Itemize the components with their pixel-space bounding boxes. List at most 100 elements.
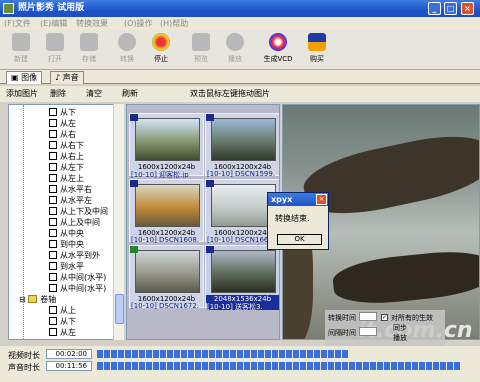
thumbnail-image <box>211 250 276 293</box>
tree-item[interactable]: 从上下及中间 <box>49 206 108 217</box>
refresh-button[interactable]: 刷新 <box>122 86 138 102</box>
add-image-button[interactable]: 添加图片 <box>6 86 38 102</box>
tree-item[interactable]: 从中间(水平) <box>49 283 106 294</box>
app-icon <box>3 3 14 14</box>
image-marker-icon <box>206 180 214 187</box>
effect-icon <box>49 284 57 292</box>
tree-item[interactable]: 到水平 <box>49 261 84 272</box>
tree-item[interactable]: 从左 <box>49 327 76 338</box>
tree-item[interactable]: 从左 <box>49 118 76 129</box>
tree-item[interactable]: 从左下 <box>49 162 84 173</box>
effect-tree[interactable]: 从下 从左 从右 从右下 从右上 从左下 从左上 从水平右 从水平左 从上下及中… <box>8 104 124 340</box>
thumbnail-selected[interactable]: 2048x1536x24b [10-10] 送客松3. <box>205 245 279 310</box>
interval-time-label: 间隔时间 <box>328 329 356 337</box>
stop-button[interactable]: 停止 <box>146 33 176 69</box>
image-marker-icon <box>130 246 138 253</box>
scroll-thumb[interactable] <box>115 294 124 324</box>
tree-item[interactable]: 从上及中间 <box>49 217 100 228</box>
preview-button[interactable]: 预览 <box>186 33 216 69</box>
audio-timeline[interactable] <box>97 362 461 370</box>
clear-button[interactable]: 清空 <box>86 86 102 102</box>
video-duration-label: 视频时长 <box>8 351 40 360</box>
delete-button[interactable]: 删除 <box>50 86 66 102</box>
vcd-icon <box>269 33 287 51</box>
music-tab-icon: ♪ <box>55 73 63 82</box>
new-button[interactable]: 新建 <box>6 33 36 69</box>
ok-button[interactable]: OK <box>277 234 322 245</box>
window-title: 照片影秀 试用版 <box>18 3 85 13</box>
action-bar: 添加图片 删除 清空 刷新 双击鼠标左键拖动图片 <box>0 86 480 102</box>
buy-icon <box>308 33 326 51</box>
interval-time-input[interactable] <box>359 327 377 336</box>
save-button[interactable]: 存储 <box>74 33 104 69</box>
convert-button[interactable]: 转换 <box>112 33 142 69</box>
effect-icon <box>49 240 57 248</box>
apply-all-checkbox[interactable]: ✓ <box>381 314 388 321</box>
switch-time-label: 转换时间 <box>328 314 356 322</box>
thumbnail[interactable]: 1600x1200x24b [10-10] DSCN1672. <box>129 245 204 310</box>
effect-icon <box>49 328 57 336</box>
tree-item[interactable]: 从水平到外 <box>49 250 100 261</box>
convert-icon <box>118 33 136 51</box>
tab-image[interactable]: ▣ 图像 <box>6 71 43 84</box>
menu-edit[interactable]: (E)编辑 <box>40 17 67 30</box>
make-vcd-button[interactable]: 生成VCD <box>260 33 296 69</box>
toolbar: 新建 打开 存储 转换 停止 预览 播放 生成VCD 购买 <box>0 30 480 70</box>
tree-item[interactable]: 从下 <box>49 316 76 327</box>
tree-item[interactable]: 从中间(水平) <box>49 272 106 283</box>
maximize-button[interactable]: □ <box>444 2 457 15</box>
thumbnail-image <box>135 118 200 161</box>
tree-scrollbar[interactable] <box>113 104 124 340</box>
stop-icon <box>152 33 170 51</box>
effect-icon <box>49 141 57 149</box>
buy-button[interactable]: 购买 <box>302 33 332 69</box>
play-button[interactable]: 播放 <box>220 33 250 69</box>
effect-icon <box>49 185 57 193</box>
effect-icon <box>49 163 57 171</box>
audio-duration-label: 声音时长 <box>8 363 40 372</box>
menu-help[interactable]: (H)帮助 <box>160 17 188 30</box>
effect-icon <box>49 174 57 182</box>
open-icon <box>46 33 64 51</box>
thumbnail[interactable]: 1600x1200x24b [10-10] 迎客松.jp <box>129 113 204 178</box>
effect-icon <box>49 207 57 215</box>
video-timeline[interactable] <box>97 350 349 358</box>
effect-icon <box>49 251 57 259</box>
play-label[interactable]: 播放 <box>393 333 407 343</box>
sync-label[interactable]: 同步 <box>393 323 407 333</box>
video-duration-value: 00:02:00 <box>46 349 92 359</box>
effect-icon <box>49 119 57 127</box>
tab-sound[interactable]: ♪ 声音 <box>50 71 84 84</box>
minimize-button[interactable]: _ <box>428 2 441 15</box>
tree-item[interactable]: 从水平右 <box>49 184 92 195</box>
open-button[interactable]: 打开 <box>40 33 70 69</box>
message-dialog: xpyx × 转换结束. OK <box>267 192 329 250</box>
image-marker-icon <box>130 180 138 187</box>
dialog-close-button[interactable]: × <box>316 194 327 205</box>
tree-item[interactable]: 从左上 <box>49 173 84 184</box>
tree-item[interactable]: 从下 <box>49 107 76 118</box>
thumbnail-image <box>135 250 200 293</box>
menu-file[interactable]: (F)文件 <box>4 17 31 30</box>
tree-item[interactable]: 从右上 <box>49 151 84 162</box>
drag-hint: 双击鼠标左键拖动图片 <box>190 89 270 98</box>
menu-effects[interactable]: 转换效果 <box>76 17 108 30</box>
tree-item[interactable]: 从上 <box>49 305 76 316</box>
image-marker-icon <box>206 114 214 121</box>
tree-item[interactable]: 从右下 <box>49 140 84 151</box>
thumbnail[interactable]: 1600x1200x24b [10-10] DSCN1608. <box>129 179 204 244</box>
effect-icon <box>49 317 57 325</box>
tree-item[interactable]: 从右 <box>49 129 76 140</box>
title-bar: 照片影秀 试用版 _ □ × <box>0 0 480 17</box>
menu-operate[interactable]: (O)操作 <box>124 17 153 30</box>
tree-item[interactable]: 从中央 <box>49 228 84 239</box>
tree-item[interactable]: 从水平左 <box>49 195 92 206</box>
effect-icon <box>49 262 57 270</box>
tree-item[interactable]: 到中央 <box>49 239 84 250</box>
preview-icon <box>192 33 210 51</box>
tab-bar: ▣ 图像 ♪ 声音 <box>0 70 480 84</box>
thumbnail[interactable]: 1600x1200x24b [10-10] DSCN1599. <box>205 113 279 178</box>
close-button[interactable]: × <box>461 2 474 15</box>
switch-time-input[interactable] <box>359 312 377 321</box>
tree-folder[interactable]: ⊟ 卷轴 <box>19 294 56 305</box>
